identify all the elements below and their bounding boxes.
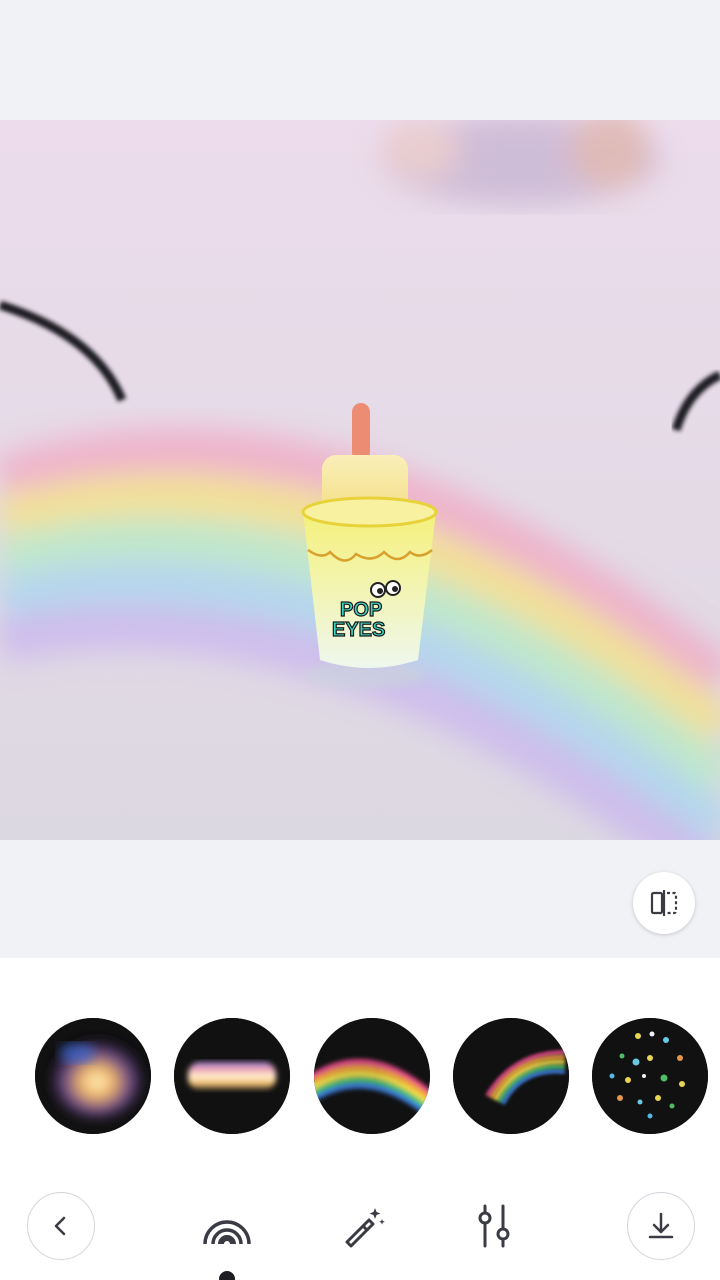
compare-split-icon bbox=[650, 890, 678, 916]
active-tab-indicator bbox=[219, 1271, 235, 1280]
compare-button[interactable] bbox=[633, 872, 695, 934]
adjust-tool-button[interactable] bbox=[460, 1192, 528, 1260]
download-button[interactable] bbox=[627, 1192, 695, 1260]
rainbow-tool-button[interactable] bbox=[193, 1192, 261, 1260]
chevron-left-icon bbox=[54, 1216, 66, 1236]
filter-light-leak[interactable] bbox=[35, 1018, 151, 1134]
photo-illustration: POP EYES bbox=[0, 120, 720, 840]
filter-rainbow-wide[interactable] bbox=[314, 1018, 430, 1134]
photo-preview[interactable]: POP EYES bbox=[0, 120, 720, 840]
filter-light-bar[interactable] bbox=[174, 1018, 290, 1134]
filter-thumb-2 bbox=[174, 1018, 290, 1134]
cup-text-pop: POP bbox=[340, 599, 382, 621]
filter-rainbow-small[interactable] bbox=[453, 1018, 569, 1134]
rainbow-icon bbox=[203, 1220, 251, 1245]
filter-thumb-4 bbox=[453, 1018, 569, 1134]
canvas-area: POP EYES bbox=[0, 0, 720, 958]
filter-thumb-5 bbox=[592, 1018, 708, 1134]
filter-prism-sparkles[interactable] bbox=[592, 1018, 708, 1134]
magic-tool-button[interactable] bbox=[327, 1192, 395, 1260]
back-button[interactable] bbox=[27, 1192, 95, 1260]
filter-thumb-1 bbox=[35, 1018, 151, 1134]
magic-wand-icon bbox=[345, 1208, 385, 1248]
cup-text-eyes: EYES bbox=[332, 619, 385, 641]
download-icon bbox=[648, 1212, 674, 1239]
filter-thumb-3 bbox=[314, 1018, 430, 1134]
editor-screen: POP EYES bbox=[0, 0, 720, 1280]
sliders-icon bbox=[478, 1204, 510, 1248]
